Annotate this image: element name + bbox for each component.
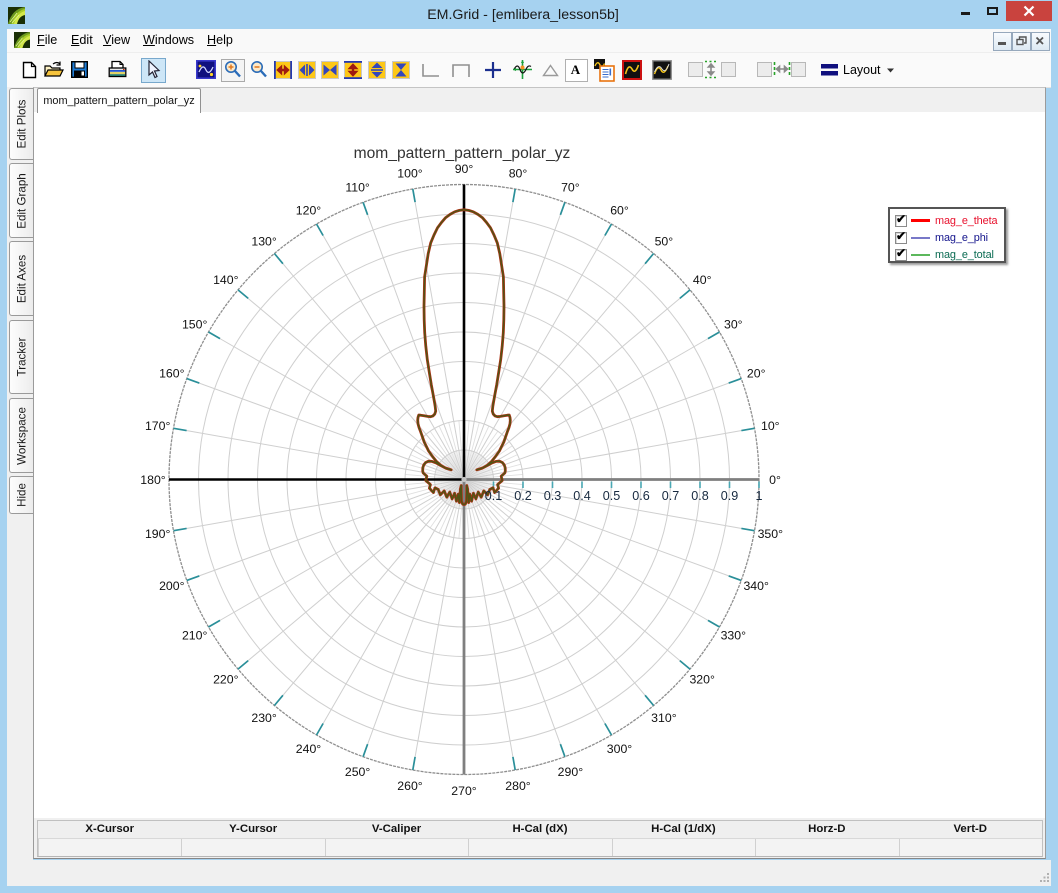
svg-text:30°: 30° <box>724 317 743 331</box>
svg-text:0.9: 0.9 <box>721 489 739 503</box>
svg-text:160°: 160° <box>159 366 185 380</box>
svg-text:170°: 170° <box>145 419 171 433</box>
svg-text:20°: 20° <box>747 366 766 380</box>
svg-text:70°: 70° <box>561 181 580 195</box>
svg-text:130°: 130° <box>251 235 277 249</box>
svg-text:310°: 310° <box>651 711 677 725</box>
svg-text:220°: 220° <box>213 673 239 687</box>
svg-text:0.3: 0.3 <box>544 489 562 503</box>
svg-text:60°: 60° <box>610 204 629 218</box>
svg-text:190°: 190° <box>145 527 171 541</box>
svg-text:90°: 90° <box>455 162 474 176</box>
svg-text:250°: 250° <box>345 765 371 779</box>
svg-text:260°: 260° <box>397 779 423 793</box>
svg-text:120°: 120° <box>296 204 322 218</box>
svg-text:mom_pattern_pattern_polar_yz: mom_pattern_pattern_polar_yz <box>354 145 571 162</box>
svg-text:0.5: 0.5 <box>603 489 621 503</box>
svg-text:0.2: 0.2 <box>514 489 532 503</box>
svg-text:0.6: 0.6 <box>632 489 650 503</box>
svg-text:210°: 210° <box>182 628 208 642</box>
svg-text:340°: 340° <box>743 579 769 593</box>
svg-text:100°: 100° <box>397 167 423 181</box>
svg-text:50°: 50° <box>655 235 674 249</box>
svg-text:1: 1 <box>755 489 762 503</box>
svg-text:0.7: 0.7 <box>662 489 680 503</box>
svg-text:0.1: 0.1 <box>485 489 503 503</box>
svg-text:300°: 300° <box>607 742 633 756</box>
svg-text:80°: 80° <box>509 167 528 181</box>
svg-text:350°: 350° <box>758 527 784 541</box>
svg-text:330°: 330° <box>721 628 747 642</box>
svg-text:110°: 110° <box>345 181 370 195</box>
svg-text:10°: 10° <box>761 419 780 433</box>
svg-text:270°: 270° <box>451 784 477 798</box>
svg-text:280°: 280° <box>505 779 531 793</box>
svg-text:150°: 150° <box>182 317 208 331</box>
svg-text:240°: 240° <box>296 742 322 756</box>
svg-text:180°: 180° <box>140 473 166 487</box>
svg-text:200°: 200° <box>159 579 185 593</box>
svg-text:0.8: 0.8 <box>691 489 709 503</box>
svg-text:140°: 140° <box>213 273 239 287</box>
svg-text:320°: 320° <box>689 673 715 687</box>
svg-text:0°: 0° <box>769 473 781 487</box>
svg-text:290°: 290° <box>558 765 584 779</box>
svg-text:230°: 230° <box>251 711 277 725</box>
svg-text:0.4: 0.4 <box>573 489 591 503</box>
svg-text:40°: 40° <box>693 273 712 287</box>
